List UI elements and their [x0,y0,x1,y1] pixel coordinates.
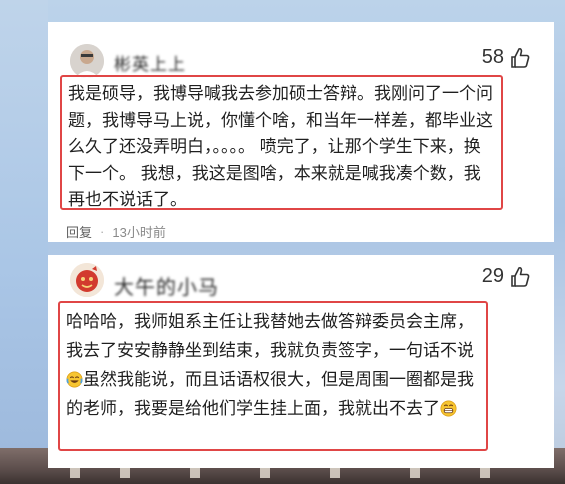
comment-text-part: 虽然我能说，而且话语权很大，但是周围一圈都是我的老师，我要是给他们学生挂上面，我… [66,370,474,418]
like-button[interactable]: 58 [482,46,530,69]
thumbs-up-icon [511,47,530,68]
background-sky [0,0,48,484]
like-button[interactable]: 29 [482,265,530,288]
laugh-cry-emoji-icon [66,371,83,388]
like-count: 29 [481,265,504,287]
comment-text-part: 哈哈哈，我师姐系主任让我替她去做答辩委员会主席，我去了安安静静坐到结束，我就负责… [66,312,474,360]
reply-button[interactable]: 回复 [66,222,92,241]
comment-meta: 回复 · 13小时前 [66,222,166,241]
comment-text: 哈哈哈，我师姐系主任让我替她去做答辩委员会主席，我去了安安静静坐到结束，我就负责… [60,303,486,423]
comment-text: 我是硕导，我博导喊我去参加硕士答辩。我刚问了一个问题，我博导马上说，你懂个啥，和… [68,84,493,209]
thumbs-up-icon [511,266,530,287]
highlighted-comment-text: 我是硕导，我博导喊我去参加硕士答辩。我刚问了一个问题，我博导马上说，你懂个啥，和… [60,75,503,210]
username[interactable]: 彬英上上 [114,50,186,75]
grin-emoji-icon [440,400,457,417]
avatar[interactable] [70,44,104,78]
timestamp: 13小时前 [112,225,166,240]
comment-card: 彬英上上 58 我是硕导，我博导喊我去参加硕士答辩。我刚问了一个问题，我博导马上… [48,22,554,242]
username[interactable]: 大午的小马 [114,271,219,300]
comment-card: 大午的小马 29 哈哈哈，我师姐系主任让我替她去做答辩委员会主席，我去了安安静静… [48,255,554,468]
like-count: 58 [481,46,504,68]
separator-dot: · [100,224,105,239]
highlighted-comment-text: 哈哈哈，我师姐系主任让我替她去做答辩委员会主席，我去了安安静静坐到结束，我就负责… [58,301,488,451]
avatar[interactable] [70,263,104,297]
